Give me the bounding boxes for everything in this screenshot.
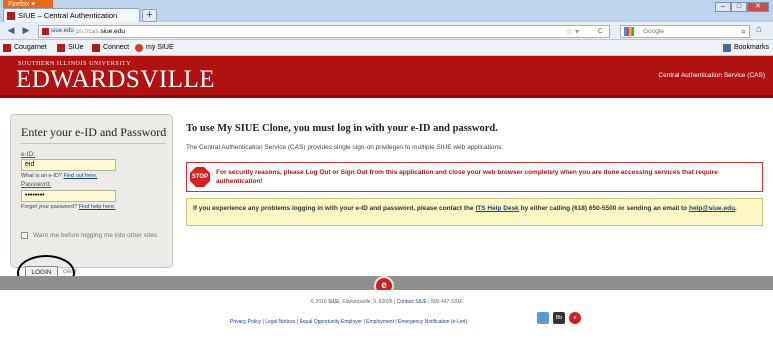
e-lert-icon[interactable]: e <box>569 312 581 324</box>
eid-help-link[interactable]: Find out here. <box>64 173 98 179</box>
footer-icons: Bb e <box>537 312 581 324</box>
site-identity-button[interactable]: siue.edu <box>41 27 76 36</box>
maximize-icon[interactable]: □ <box>731 2 747 12</box>
security-warning-text: For security reasons, please Log Out or … <box>216 169 718 185</box>
url-host: siue.edu <box>100 28 126 35</box>
back-button-icon[interactable]: ◀ <box>3 24 19 38</box>
bookmark-siue[interactable]: SIUe <box>57 40 84 55</box>
minimize-icon[interactable]: – <box>715 2 731 12</box>
divider <box>21 143 166 144</box>
bookmark-my-siue[interactable]: my SIUE <box>135 40 174 55</box>
home-icon[interactable]: ⌂ <box>756 24 762 35</box>
help-email-link[interactable]: help@siue.edu <box>689 205 735 212</box>
window-controls: – □ ✕ <box>715 2 769 12</box>
help-notice-text: If you experience any problems logging i… <box>193 204 753 213</box>
reload-icon[interactable]: C <box>598 26 603 37</box>
wifi-icon[interactable] <box>537 312 549 324</box>
footer-links-text[interactable]: Privacy Policy | Legal Notices | Equal O… <box>230 319 467 325</box>
siue-favicon-icon <box>7 12 15 20</box>
browser-titlebar: Firefox ▾ SIUE – Central Authentication … <box>0 0 773 33</box>
copyright-year: © 2010 <box>310 299 327 305</box>
siue-logo[interactable]: EDWARDSVILLE <box>16 66 215 94</box>
login-title: Enter your e-ID and Password <box>21 125 167 139</box>
siue-footer-link[interactable]: SIUE <box>328 299 340 305</box>
search-bar[interactable]: Google ⌕ <box>620 25 750 38</box>
eid-help: What is an e-ID? Find out here. <box>21 173 97 179</box>
password-help-link[interactable]: Find help here. <box>79 204 116 210</box>
bookmark-connect[interactable]: Connect <box>92 40 129 55</box>
its-help-desk-link[interactable]: ITS Help Desk <box>475 205 518 212</box>
bookmark-cougarnet[interactable]: Cougarnet <box>3 40 47 55</box>
password-help: Forget your password? Find help here. <box>21 204 115 210</box>
password-field[interactable]: •••••••• <box>21 190 116 202</box>
page-description: The Central Authentication Service (CAS)… <box>186 144 504 151</box>
footer: © 2010 SIUE. Edwardsville, IL 62026 | Co… <box>0 290 773 339</box>
login-form: Enter your e-ID and Password e-ID: eid W… <box>10 114 173 291</box>
new-tab-button[interactable]: + <box>142 9 157 22</box>
close-icon[interactable]: ✕ <box>747 2 769 12</box>
url-bar[interactable]: siue.edu https://cas.siue.edu ☆ ▾ C <box>38 25 610 38</box>
password-label: Password: <box>21 181 52 188</box>
bookmark-star-icon[interactable]: ☆ ▾ <box>566 26 579 37</box>
siue-header: SOUTHERN ILLINOIS UNIVERSITY EDWARDSVILL… <box>0 56 773 98</box>
browser-tab[interactable]: SIUE – Central Authentication Service <box>3 8 140 33</box>
footer-phone: | 800-447-SIUE <box>428 299 463 305</box>
password-help-text: Forget your password? <box>21 204 78 210</box>
security-warning: STOP For security reasons, please Log Ou… <box>186 162 763 192</box>
page-content: Enter your e-ID and Password e-ID: eid W… <box>0 98 773 291</box>
bookmarks-menu-button[interactable]: Bookmarks <box>722 40 769 55</box>
footer-links: Privacy Policy | Legal Notices | Equal O… <box>230 319 467 325</box>
navigation-toolbar: ◀ ▶ siue.edu https://cas.siue.edu ☆ ▾ C … <box>0 22 773 40</box>
warn-label[interactable]: Warn me before logging me into other sit… <box>33 231 168 241</box>
eid-help-text: What is an e-ID? <box>21 173 62 179</box>
page-title: To use My SIUE Clone, you must log in wi… <box>186 123 498 134</box>
help-text-1: If you experience any problems logging i… <box>193 205 474 212</box>
stop-sign-icon: STOP <box>190 167 210 187</box>
copyright-address: . Edwardsville, IL 62026 | <box>339 299 396 305</box>
service-name: Central Authentication Service (CAS) <box>658 72 765 79</box>
forward-button-icon[interactable]: ▶ <box>19 24 33 38</box>
eid-field[interactable]: eid <box>21 159 116 171</box>
bookmarks-toolbar: Cougarnet SIUe Connect my SIUE Bookmarks <box>0 40 773 56</box>
help-text-2: by either calling (618) 650-5500 or send… <box>520 205 688 212</box>
eid-label: e-ID: <box>21 151 36 158</box>
help-notice: If you experience any problems logging i… <box>186 198 763 226</box>
contact-siue-link[interactable]: Contact SIUE <box>397 299 427 305</box>
google-icon[interactable] <box>624 27 634 36</box>
search-placeholder: Google <box>643 28 664 35</box>
warn-checkbox[interactable] <box>21 232 28 239</box>
search-icon[interactable]: ⌕ <box>742 26 746 37</box>
copyright: © 2010 SIUE. Edwardsville, IL 62026 | Co… <box>0 299 773 305</box>
blackboard-icon[interactable]: Bb <box>553 312 565 324</box>
help-text-3: . <box>735 205 737 212</box>
